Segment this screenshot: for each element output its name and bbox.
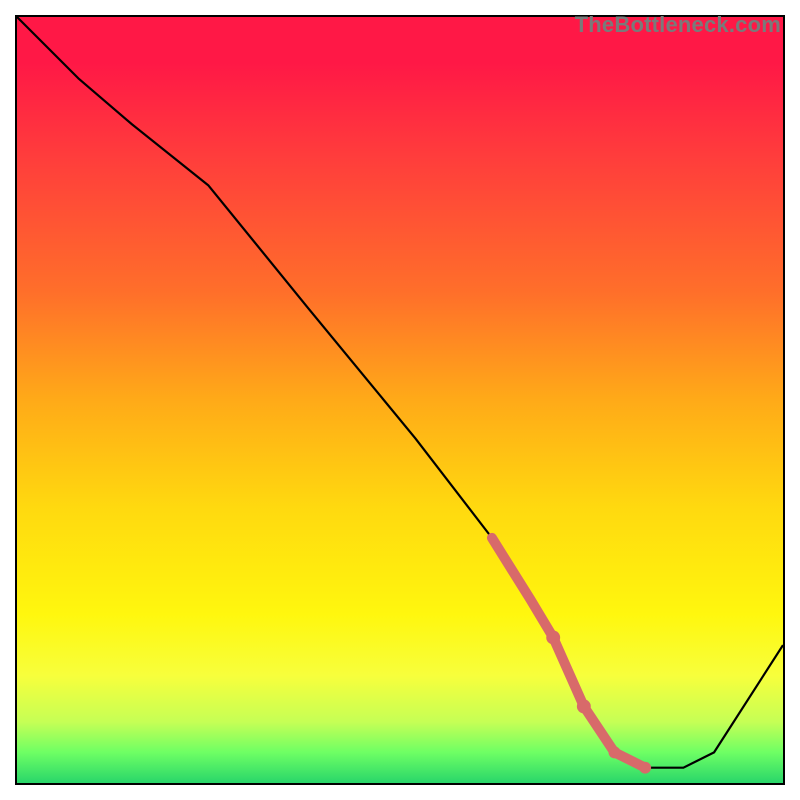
highlighted-range-line [492, 538, 645, 768]
plot-area: TheBottleneck.com [15, 15, 785, 785]
highlight-dot [577, 699, 591, 713]
highlight-dot [609, 746, 621, 758]
bottleneck-chart: TheBottleneck.com [0, 0, 800, 800]
highlight-dot [546, 630, 560, 644]
chart-svg [17, 17, 783, 783]
highlight-dot [639, 762, 651, 774]
bottleneck-curve-line [17, 17, 783, 768]
